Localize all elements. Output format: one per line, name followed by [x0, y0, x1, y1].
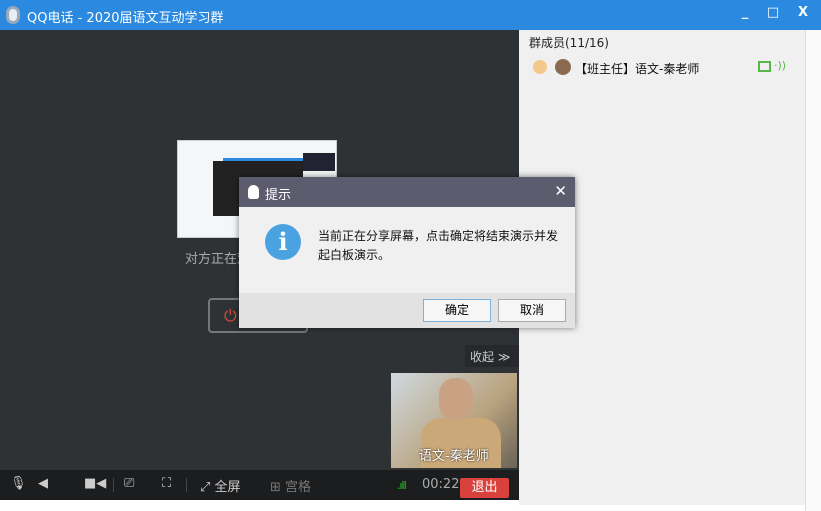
- close-button[interactable]: X: [794, 5, 812, 23]
- fullscreen-label: 全屏: [214, 480, 241, 495]
- fullscreen-button[interactable]: ⤢ 全屏: [200, 476, 241, 495]
- qq-call-logo-icon: [6, 6, 20, 24]
- title-bar: QQ电话 - 2020届语文互动学习群 _ □ X: [0, 0, 821, 30]
- cancel-button[interactable]: 取消: [498, 299, 566, 322]
- minimize-button[interactable]: _: [736, 5, 754, 23]
- dialog-close-button[interactable]: ✕: [554, 182, 567, 200]
- grid-label: 宫格: [285, 480, 312, 495]
- dialog-message: 当前正在分享屏幕，点击确定将结束演示并发起白板演示。: [318, 229, 559, 262]
- grid-icon: ⊞: [270, 480, 286, 495]
- participant-video[interactable]: 语文-秦老师: [391, 373, 517, 468]
- prompt-dialog: 提示 ✕ i 当前正在分享屏幕，点击确定将结束演示并发起白板演示。 确定 取消: [239, 177, 575, 328]
- confirm-button[interactable]: 确定: [423, 299, 491, 322]
- call-timer: 00:22: [422, 477, 460, 492]
- microphone-icon[interactable]: 🎙: [10, 476, 27, 491]
- info-icon: i: [265, 224, 301, 260]
- member-list-item[interactable]: 【班主任】语文-秦老师 ·)): [533, 58, 795, 78]
- call-toolbar: 🎙 ◀ ■◀ ⎚ ⛶ ⤢ 全屏 ⊞ 宫格 .ıll 00:22 退出: [0, 470, 519, 500]
- dialog-footer: 确定 取消: [239, 293, 575, 328]
- fullscreen-icon: ⤢: [200, 480, 215, 495]
- window-title: QQ电话 - 2020届语文互动学习群: [27, 11, 224, 26]
- dialog-header: 提示 ✕: [239, 177, 575, 207]
- presentation-icon[interactable]: ⛶: [162, 476, 171, 491]
- collapse-button[interactable]: 收起 ≫: [465, 345, 519, 367]
- background-window-edge: [805, 30, 821, 511]
- user-role-icon: [533, 60, 547, 74]
- voice-active-icon: ·)): [774, 59, 787, 72]
- avatar: [555, 59, 571, 75]
- video-participant-name: 语文-秦老师: [419, 449, 489, 464]
- power-icon: ⏻: [224, 306, 237, 325]
- screen-sharing-icon: [758, 61, 771, 72]
- qq-penguin-icon: [248, 185, 259, 199]
- grid-button[interactable]: ⊞ 宫格: [270, 476, 311, 495]
- exit-call-button[interactable]: 退出: [460, 478, 509, 498]
- speaker-icon[interactable]: ◀: [38, 476, 48, 491]
- member-count-header: 群成员(11/16): [529, 36, 609, 50]
- member-name: 【班主任】语文-秦老师: [575, 62, 700, 76]
- share-screen-icon[interactable]: ⎚: [124, 476, 134, 491]
- camera-icon[interactable]: ■◀: [84, 476, 106, 491]
- maximize-button[interactable]: □: [764, 5, 782, 23]
- signal-strength-icon: .ıll: [397, 479, 407, 492]
- dialog-title: 提示: [265, 188, 292, 203]
